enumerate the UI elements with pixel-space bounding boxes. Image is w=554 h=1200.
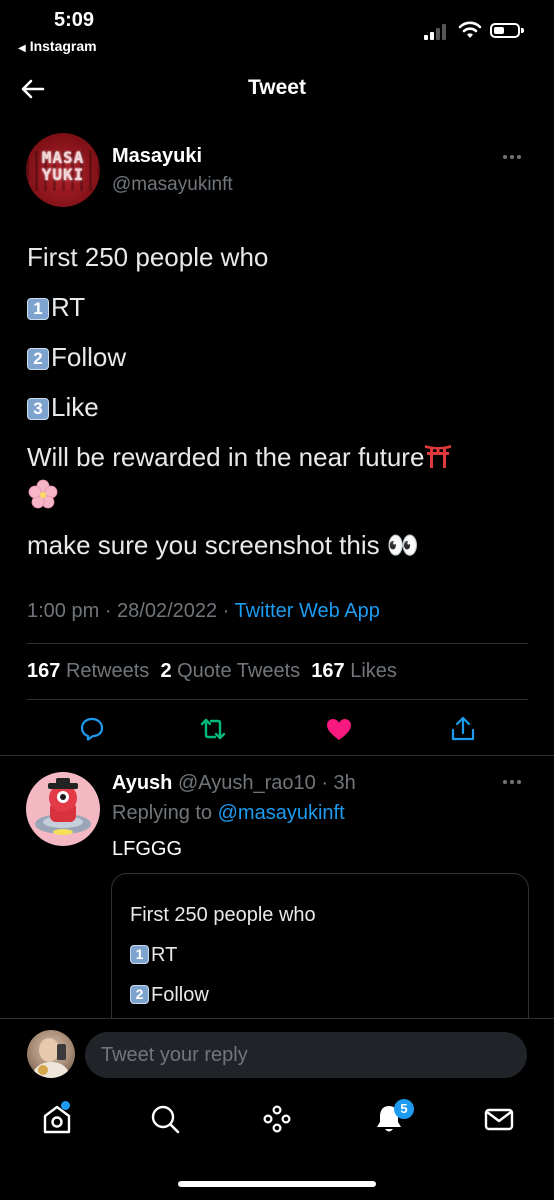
divider xyxy=(0,755,554,756)
eyes-emoji: 👀 xyxy=(386,530,420,560)
back-to-app-link[interactable]: ◀ Instagram xyxy=(18,38,97,54)
tweet-source-link[interactable]: Twitter Web App xyxy=(235,600,380,622)
status-bar: 5:09 ◀ Instagram xyxy=(0,0,554,60)
avatar-logo: MASA YUKI xyxy=(41,148,85,184)
divider xyxy=(27,699,528,700)
author-handle[interactable]: @masayukinft xyxy=(112,174,233,196)
tweet-timestamp: 1:00 pm · 28/02/2022 · xyxy=(27,600,230,622)
keycap-one-icon: 1 xyxy=(27,298,49,320)
tweet-meta: 1:00 pm · 28/02/2022 · Twitter Web App xyxy=(27,600,380,623)
notifications-badge: 5 xyxy=(394,1099,414,1119)
cherry-blossom-icon xyxy=(28,479,58,509)
keycap-two-icon: 2 xyxy=(130,985,149,1004)
quote-text-line: 2 Follow xyxy=(130,984,209,1007)
reply-more-options-icon[interactable] xyxy=(503,780,525,786)
quote-text-line: 1 RT xyxy=(130,944,177,967)
reply-author[interactable]: Ayush @Ayush_rao10 · 3h xyxy=(112,772,356,795)
messages-icon[interactable] xyxy=(482,1102,516,1136)
battery-icon xyxy=(490,23,524,38)
more-options-icon[interactable] xyxy=(503,155,525,161)
retweet-icon[interactable] xyxy=(198,714,228,744)
alien-ufo-avatar-icon xyxy=(35,778,91,835)
back-triangle-icon: ◀ xyxy=(18,43,26,54)
home-unread-dot xyxy=(61,1101,70,1110)
author-avatar[interactable]: MASA YUKI xyxy=(26,133,100,207)
author-name[interactable]: Masayuki xyxy=(112,145,202,168)
my-avatar-photo-icon xyxy=(31,1038,71,1078)
status-time: 5:09 xyxy=(54,9,95,31)
reply-author-handle-time: @Ayush_rao10 · 3h xyxy=(177,772,356,794)
tweet-text-line: 3 Like xyxy=(27,392,99,423)
quote-text-line: First 250 people who xyxy=(130,904,316,926)
divider xyxy=(27,643,528,644)
keycap-three-icon: 3 xyxy=(27,398,49,420)
spaces-icon[interactable] xyxy=(260,1102,294,1136)
tweet-text-line: 1 RT xyxy=(27,292,85,323)
tweet-text-line xyxy=(27,478,59,517)
tweet-text-line: 2 Follow xyxy=(27,342,126,373)
reply-icon[interactable] xyxy=(77,714,107,744)
signal-icon xyxy=(424,22,450,40)
reply-text: LFGGG xyxy=(112,838,183,860)
reply-input[interactable] xyxy=(85,1032,527,1078)
retweets-stat[interactable]: 167 Retweets xyxy=(27,660,149,682)
page-title: Tweet xyxy=(248,76,306,99)
tweet-stats: 167 Retweets 2 Quote Tweets 167 Likes xyxy=(27,660,397,683)
reply-author-name: Ayush xyxy=(112,772,173,794)
keycap-two-icon: 2 xyxy=(27,348,49,370)
share-icon[interactable] xyxy=(448,714,478,744)
quote-tweets-stat[interactable]: 2 Quote Tweets xyxy=(160,660,300,682)
like-icon[interactable] xyxy=(324,714,354,744)
my-avatar[interactable] xyxy=(27,1030,75,1078)
tweet-text-line: make sure you screenshot this 👀 xyxy=(27,530,420,560)
search-icon[interactable] xyxy=(148,1102,182,1136)
tweet-text-line: Will be rewarded in the near future xyxy=(27,442,452,473)
keycap-one-icon: 1 xyxy=(130,945,149,964)
replying-to: Replying to @masayukinft xyxy=(112,802,345,824)
tweet-text-line: First 250 people who xyxy=(27,242,269,272)
back-app-label: Instagram xyxy=(29,38,97,54)
reply-avatar[interactable] xyxy=(26,772,100,846)
wifi-icon xyxy=(458,21,482,38)
torii-gate-icon xyxy=(425,445,452,468)
tweet-header: Tweet xyxy=(0,64,554,114)
home-indicator[interactable] xyxy=(178,1181,376,1187)
replying-to-handle-link[interactable]: @masayukinft xyxy=(218,802,345,824)
quoted-tweet-card[interactable]: First 250 people who 1 RT 2 Follow xyxy=(111,873,529,1035)
likes-stat[interactable]: 167 Likes xyxy=(311,660,397,682)
